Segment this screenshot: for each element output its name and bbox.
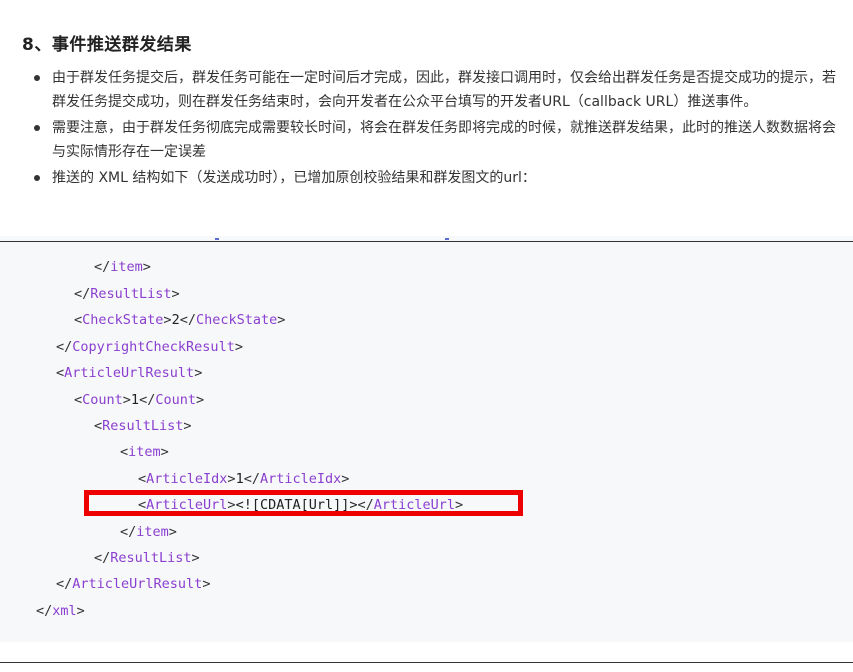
xml-bracket: > — [191, 550, 200, 566]
xml-bracket: > — [234, 339, 243, 355]
xml-tag-name: CopyrightCheckResult — [72, 339, 235, 355]
code-line: <ArticleIdx>1</ArticleIdx> — [138, 468, 349, 490]
code-line: </ResultList> — [94, 547, 200, 569]
xml-bracket: > — [194, 365, 203, 381]
xml-bracket: < — [94, 418, 103, 434]
xml-tag-name: CheckState — [82, 312, 164, 328]
bullet-list: 由于群发任务提交后，群发任务可能在一定时间后才完成，因此，群发接口调用时，仅会给… — [30, 66, 840, 192]
xml-code-block: </item> </ResultList> <CheckState>2</Check… — [0, 242, 853, 642]
bullet-dot-icon — [34, 175, 40, 181]
xml-tag-name: ArticleIdx — [146, 471, 228, 487]
xml-bracket: < — [74, 312, 83, 328]
bullet-item: 由于群发任务提交后，群发任务可能在一定时间后才完成，因此，群发接口调用时，仅会给… — [30, 66, 840, 114]
xml-bracket: </ — [94, 259, 111, 275]
xml-bracket: > — [183, 418, 192, 434]
xml-tag-name: ResultList — [90, 286, 172, 302]
xml-bracket: </ — [120, 524, 137, 540]
xml-bracket: > — [227, 497, 236, 513]
bullet-text: 由于群发任务提交后，群发任务可能在一定时间后才完成，因此，群发接口调用时，仅会给… — [52, 70, 836, 110]
xml-bracket: > — [160, 444, 169, 460]
xml-tag-name: ArticleUrlResult — [64, 365, 195, 381]
xml-bracket: </ — [74, 286, 91, 302]
code-line: </ResultList> — [74, 283, 180, 305]
code-line: </CopyrightCheckResult> — [56, 336, 243, 358]
xml-tag-name: ArticleUrlResult — [72, 576, 203, 592]
code-line: <CheckState>2</CheckState> — [74, 309, 285, 331]
xml-bracket: > — [227, 471, 236, 487]
clipped-text-fragment — [215, 238, 219, 240]
code-line: <ArticleUrlResult> — [56, 362, 202, 384]
code-line: <item> — [120, 441, 169, 463]
xml-value: 2 — [171, 312, 180, 328]
crop-divider-bottom — [0, 662, 853, 663]
code-line: <ResultList> — [94, 415, 192, 437]
xml-bracket: </ — [357, 497, 374, 513]
xml-value: 1 — [130, 392, 140, 408]
clipped-text-fragment — [445, 238, 449, 240]
xml-value: <![CDATA[Url]]> — [235, 497, 358, 513]
xml-bracket: </ — [56, 339, 73, 355]
xml-bracket: < — [74, 392, 83, 408]
xml-tag-name: item — [136, 524, 169, 540]
xml-bracket: < — [56, 365, 65, 381]
xml-bracket: > — [455, 497, 464, 513]
bullet-dot-icon — [34, 125, 40, 131]
xml-bracket: > — [341, 471, 350, 487]
xml-bracket: < — [138, 497, 147, 513]
code-line: </item> — [120, 521, 177, 543]
bullet-item: 需要注意，由于群发任务彻底完成需要较长时间，将会在群发任务即将完成的时候，就推送… — [30, 116, 840, 164]
bullet-text: 推送的 XML 结构如下（发送成功时），已增加原创校验结果和群发图文的url： — [52, 170, 536, 186]
xml-bracket: </ — [94, 550, 111, 566]
xml-tag-name: item — [128, 444, 161, 460]
xml-tag-name: ResultList — [102, 418, 184, 434]
xml-bracket: > — [122, 392, 131, 408]
xml-tag-name: ArticleIdx — [259, 471, 342, 487]
xml-bracket: </ — [36, 603, 53, 619]
xml-bracket: </ — [179, 312, 196, 328]
xml-tag-name: item — [110, 259, 143, 275]
xml-bracket: > — [163, 312, 172, 328]
xml-bracket: > — [195, 392, 205, 408]
xml-bracket: > — [171, 286, 180, 302]
xml-bracket: </ — [56, 576, 73, 592]
xml-bracket: </ — [139, 392, 156, 408]
xml-tag-name: ArticleUrl — [373, 497, 456, 513]
xml-tag-name: ResultList — [110, 550, 192, 566]
bullet-item: 推送的 XML 结构如下（发送成功时），已增加原创校验结果和群发图文的url： — [30, 166, 840, 190]
xml-bracket: > — [168, 524, 177, 540]
xml-tag-name: Count — [82, 392, 123, 408]
xml-tag-name: xml — [52, 603, 77, 619]
code-line: <ArticleUrl><![CDATA[Url]]></ArticleUrl> — [138, 494, 463, 516]
bullet-dot-icon — [34, 75, 40, 81]
code-line: </xml> — [36, 600, 85, 622]
bullet-text: 需要注意，由于群发任务彻底完成需要较长时间，将会在群发任务即将完成的时候，就推送… — [52, 120, 836, 160]
code-line: <Count>1</Count> — [74, 389, 204, 411]
xml-tag-name: ArticleUrl — [146, 497, 228, 513]
xml-bracket: > — [202, 576, 211, 592]
xml-value: 1 — [235, 471, 244, 487]
code-line: </ArticleUrlResult> — [56, 573, 210, 595]
xml-tag-name: CheckState — [195, 312, 278, 328]
xml-bracket: </ — [243, 471, 260, 487]
xml-bracket: > — [76, 603, 85, 619]
code-line: </item> — [94, 256, 151, 278]
article-section: 8、事件推送群发结果 由于群发任务提交后，群发任务可能在一定时间后才完成，因此，… — [0, 0, 853, 232]
xml-bracket: < — [120, 444, 129, 460]
xml-bracket: > — [277, 312, 286, 328]
xml-bracket: > — [142, 259, 151, 275]
section-title: 8、事件推送群发结果 — [22, 35, 192, 55]
xml-tag-name: Count — [155, 392, 196, 408]
xml-bracket: < — [138, 471, 147, 487]
